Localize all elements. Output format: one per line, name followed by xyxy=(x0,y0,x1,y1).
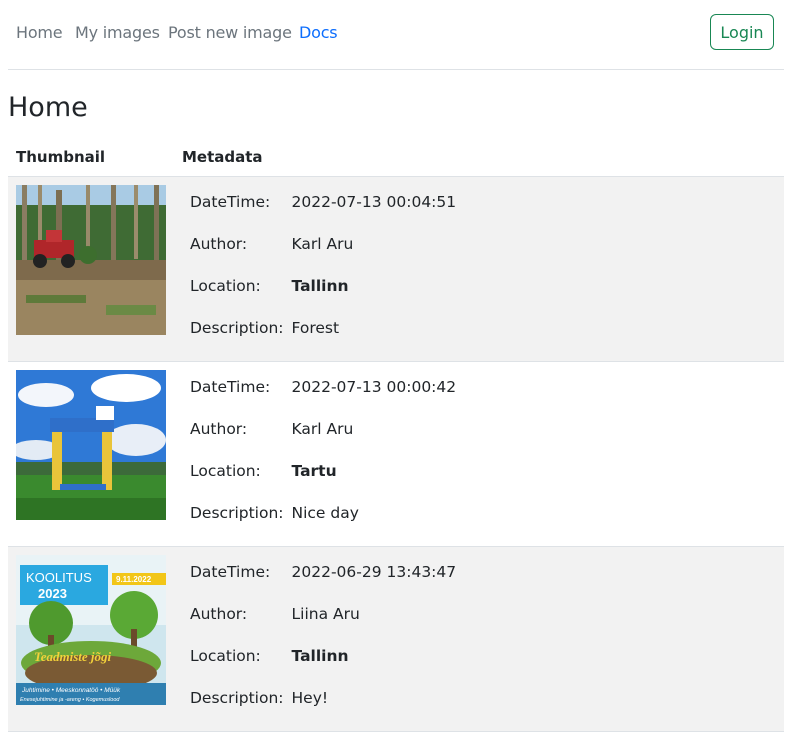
poster-tagline-1: Juhtimine • Meeskonnatöö • Müük xyxy=(21,687,121,694)
datetime-value: 2022-07-13 00:04:51 xyxy=(291,193,457,211)
metadata-cell: DateTime: 2022-07-13 00:04:51 Author: Karl… xyxy=(174,176,784,362)
datetime-label: DateTime: xyxy=(190,193,271,211)
login-button[interactable]: Login xyxy=(710,14,774,50)
author-label: Author: xyxy=(190,420,248,438)
table-row: DateTime: 2022-07-13 00:00:42 Author: Karl… xyxy=(8,361,784,547)
page-title: Home xyxy=(8,92,88,123)
metadata-column-header: Metadata xyxy=(174,138,784,177)
author-value: Karl Aru xyxy=(291,235,354,253)
location-value: Tartu xyxy=(291,462,337,480)
location-value: Tallinn xyxy=(291,277,349,295)
nav-home-link[interactable]: Home xyxy=(16,23,63,42)
datetime-label: DateTime: xyxy=(190,378,271,396)
thumbnail-cell: KOOLITUS 2023 9.11.2022 Teadmiste jõgi J… xyxy=(8,546,174,732)
author-label: Author: xyxy=(190,235,248,253)
description-value: Hey! xyxy=(291,689,329,707)
location-value: Tallinn xyxy=(291,647,349,665)
author-value: Liina Aru xyxy=(291,605,360,623)
poster-year-text: 2023 xyxy=(38,586,67,601)
description-label: Description: xyxy=(190,689,284,707)
poster-title-text: Teadmiste jõgi xyxy=(34,649,112,664)
metadata-cell: DateTime: 2022-07-13 00:00:42 Author: Karl… xyxy=(174,361,784,547)
table-header-row: Thumbnail Metadata xyxy=(8,138,784,177)
thumbnail-cell xyxy=(8,176,174,362)
poster-date-text: 9.11.2022 xyxy=(116,575,152,584)
metadata-cell: DateTime: 2022-06-29 13:43:47 Author: Liin… xyxy=(174,546,784,732)
nav-post-new-image-link[interactable]: Post new image xyxy=(168,23,292,42)
location-label: Location: xyxy=(190,462,261,480)
metadata-list: DateTime: 2022-07-13 00:00:42 Author: Karl… xyxy=(182,370,464,538)
metadata-list: DateTime: 2022-07-13 00:04:51 Author: Karl… xyxy=(182,185,464,353)
thumbnail-cell xyxy=(8,361,174,547)
author-value: Karl Aru xyxy=(291,420,354,438)
nice-day-thumbnail[interactable] xyxy=(16,370,166,520)
nav-docs-link[interactable]: Docs xyxy=(299,23,338,42)
metadata-list: DateTime: 2022-06-29 13:43:47 Author: Liin… xyxy=(182,555,464,723)
description-label: Description: xyxy=(190,319,284,337)
location-label: Location: xyxy=(190,277,261,295)
datetime-label: DateTime: xyxy=(190,563,271,581)
datetime-value: 2022-06-29 13:43:47 xyxy=(291,563,457,581)
koolitus-poster-thumbnail[interactable]: KOOLITUS 2023 9.11.2022 Teadmiste jõgi J… xyxy=(16,555,166,705)
poster-tagline-2: Enesejuhtimine ja -areng • Kogemuslood xyxy=(20,697,120,703)
datetime-value: 2022-07-13 00:00:42 xyxy=(291,378,457,396)
table-row: DateTime: 2022-07-13 00:04:51 Author: Karl… xyxy=(8,176,784,362)
description-label: Description: xyxy=(190,504,284,522)
table-row: KOOLITUS 2023 9.11.2022 Teadmiste jõgi J… xyxy=(8,546,784,732)
author-label: Author: xyxy=(190,605,248,623)
thumbnail-column-header: Thumbnail xyxy=(8,138,174,177)
forest-thumbnail[interactable] xyxy=(16,185,166,335)
location-label: Location: xyxy=(190,647,261,665)
images-table: Thumbnail Metadata DateTime: 2022-07-13 … xyxy=(8,138,784,732)
poster-brand-text: KOOLITUS xyxy=(26,570,92,585)
description-value: Nice day xyxy=(291,504,359,522)
nav-my-images-link[interactable]: My images xyxy=(75,23,160,42)
top-navbar: Home My images Post new image Docs Login xyxy=(8,0,784,70)
description-value: Forest xyxy=(291,319,340,337)
